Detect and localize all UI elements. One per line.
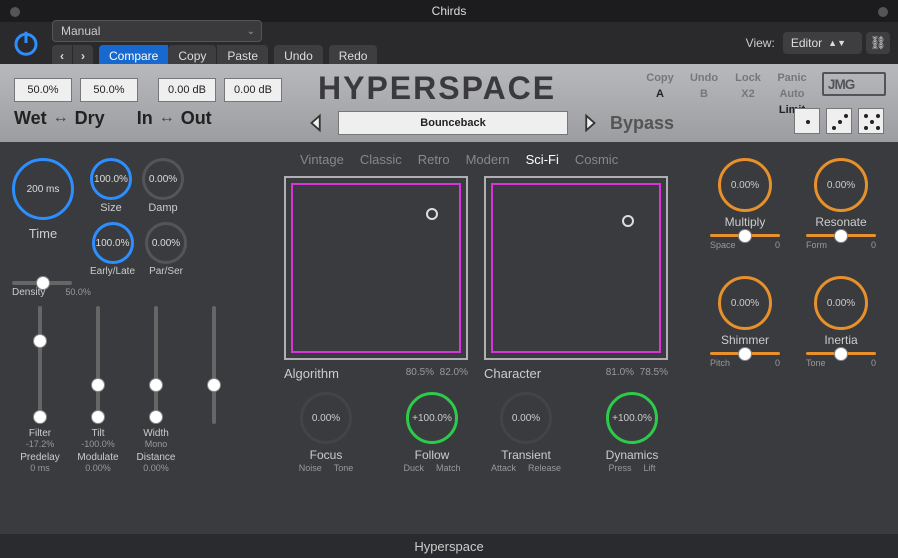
brand-logo: JMG	[822, 72, 886, 96]
swap-icon[interactable]: ↔	[53, 109, 69, 127]
predelay-filter-slider[interactable]: Filter-17.2% Predelay0 ms	[12, 306, 68, 473]
dice-5-button[interactable]	[858, 108, 884, 134]
footer-title: Hyperspace	[0, 534, 898, 558]
svg-text:JMG: JMG	[828, 77, 855, 92]
titlebar: Chirds	[0, 0, 898, 22]
hdr-lock[interactable]: Lock	[726, 70, 770, 86]
hdr-x2[interactable]: X2	[726, 86, 770, 102]
extra-slider[interactable]	[186, 306, 242, 473]
preset-prev-button[interactable]	[304, 110, 330, 136]
in-label: In	[137, 108, 153, 129]
distance-width-slider[interactable]: WidthMono Distance0.00%	[128, 306, 184, 473]
mode-tabs: Vintage Classic Retro Modern Sci-Fi Cosm…	[300, 152, 618, 167]
multiply-knob[interactable]: 0.00% Multiply Space0	[702, 158, 788, 250]
hdr-a[interactable]: A	[638, 86, 682, 102]
size-knob[interactable]: 100.0%Size	[90, 158, 132, 214]
density-slider[interactable]: Density50.0%	[12, 281, 82, 298]
resonate-knob[interactable]: 0.00% Resonate Form0	[798, 158, 884, 250]
space-slider[interactable]	[710, 234, 780, 237]
wet-value-box[interactable]: 50.0%	[14, 78, 72, 102]
tab-cosmic[interactable]: Cosmic	[575, 152, 618, 167]
tone-slider[interactable]	[806, 352, 876, 355]
par-ser-knob[interactable]: 0.00%Par/Ser	[145, 222, 187, 277]
modulate-tilt-slider[interactable]: Tilt-100.0% Modulate0.00%	[70, 306, 126, 473]
transient-knob[interactable]: 0.00%TransientAttackRelease	[486, 392, 566, 473]
traffic-light-left[interactable]	[10, 7, 20, 17]
plugin-body: Vintage Classic Retro Modern Sci-Fi Cosm…	[0, 142, 898, 558]
out-label: Out	[181, 108, 212, 129]
early-late-knob[interactable]: 100.0%Early/Late	[90, 222, 135, 277]
focus-knob[interactable]: 0.00%FocusNoiseTone	[286, 392, 366, 473]
tab-modern[interactable]: Modern	[466, 152, 510, 167]
header-actions: Copy Undo Lock Panic A B X2 Auto Limit	[638, 70, 814, 118]
tab-vintage[interactable]: Vintage	[300, 152, 344, 167]
preset-display[interactable]: Bounceback	[338, 111, 568, 135]
time-knob[interactable]: 200 ms Time	[12, 158, 74, 241]
dice-1-button[interactable]	[794, 108, 820, 134]
preset-select[interactable]: Manual ⌄	[52, 20, 262, 42]
plugin-header: 50.0% 50.0% 0.00 dB 0.00 dB Wet ↔ Dry In…	[0, 64, 898, 142]
traffic-light-right[interactable]	[878, 7, 888, 17]
chevron-down-icon: ⌄	[247, 26, 255, 37]
hdr-copy[interactable]: Copy	[638, 70, 682, 86]
preset-name: Manual	[61, 24, 100, 38]
pitch-slider[interactable]	[710, 352, 780, 355]
wet-label: Wet	[14, 108, 47, 129]
view-select[interactable]: Editor ▲▼	[783, 32, 862, 54]
preset-next-button[interactable]	[576, 110, 602, 136]
hdr-undo[interactable]: Undo	[682, 70, 726, 86]
dice-3-button[interactable]	[826, 108, 852, 134]
tab-retro[interactable]: Retro	[418, 152, 450, 167]
view-label: View:	[746, 36, 775, 50]
host-toolbar: Manual ⌄ ‹ › Compare Copy Paste Undo Red…	[0, 22, 898, 64]
plugin-title: HYPERSPACE	[318, 70, 556, 107]
in-value-box[interactable]: 0.00 dB	[158, 78, 216, 102]
out-value-box[interactable]: 0.00 dB	[224, 78, 282, 102]
hdr-auto[interactable]: Auto	[770, 86, 814, 102]
dry-label: Dry	[75, 108, 105, 129]
hdr-b[interactable]: B	[682, 86, 726, 102]
dynamics-knob[interactable]: +100.0%DynamicsPressLift	[592, 392, 672, 473]
tab-scifi[interactable]: Sci-Fi	[526, 152, 559, 167]
power-button[interactable]	[8, 25, 44, 61]
window-title: Chirds	[432, 4, 467, 18]
follow-knob[interactable]: +100.0%FollowDuckMatch	[392, 392, 472, 473]
hdr-panic[interactable]: Panic	[770, 70, 814, 86]
shimmer-knob[interactable]: 0.00% Shimmer Pitch0	[702, 276, 788, 368]
character-pad[interactable]: Character 81.0% 78.5%	[484, 176, 668, 381]
tab-classic[interactable]: Classic	[360, 152, 402, 167]
dry-value-box[interactable]: 50.0%	[80, 78, 138, 102]
link-button[interactable]: ⛓	[866, 32, 890, 54]
damp-knob[interactable]: 0.00%Damp	[142, 158, 184, 214]
inertia-knob[interactable]: 0.00% Inertia Tone0	[798, 276, 884, 368]
form-slider[interactable]	[806, 234, 876, 237]
swap-icon[interactable]: ↔	[159, 109, 175, 127]
algorithm-pad[interactable]: Algorithm 80.5% 82.0%	[284, 176, 468, 381]
